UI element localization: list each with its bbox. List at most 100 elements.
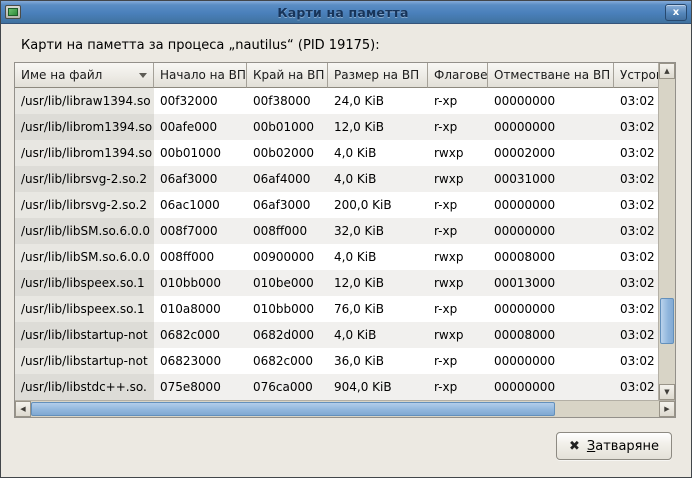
table-cell: 03:02: [614, 374, 658, 400]
horizontal-scroll-thumb[interactable]: [31, 402, 555, 416]
table-cell: 03:02: [614, 192, 658, 218]
table-cell: /usr/lib/libspeex.so.1: [15, 296, 154, 322]
table-cell: /usr/lib/libstartup-not: [15, 322, 154, 348]
monitor-screen-icon: [8, 8, 18, 16]
table-cell: /usr/lib/librsvg-2.so.2: [15, 192, 154, 218]
vertical-scroll-track[interactable]: [659, 79, 675, 384]
table-row[interactable]: /usr/lib/libspeex.so.1010bb000010be00012…: [15, 270, 658, 296]
table-cell: /usr/lib/librom1394.so: [15, 140, 154, 166]
table-row[interactable]: /usr/lib/libstartup-not068230000682c0003…: [15, 348, 658, 374]
table-cell: 0682c000: [247, 348, 328, 374]
table-cell: 00f32000: [154, 88, 247, 114]
table-cell: 00afe000: [154, 114, 247, 140]
table-cell: /usr/lib/librsvg-2.so.2: [15, 166, 154, 192]
table-row[interactable]: /usr/lib/libstdc++.so.075e8000076ca00090…: [15, 374, 658, 400]
table-cell: /usr/lib/libstartup-not: [15, 348, 154, 374]
column-header[interactable]: Име на файл: [15, 63, 154, 88]
table-cell: 03:02: [614, 296, 658, 322]
table-cell: 00b01000: [247, 114, 328, 140]
table-row[interactable]: /usr/lib/libSM.so.6.0.0008f7000008ff0003…: [15, 218, 658, 244]
table-cell: r-xp: [428, 192, 488, 218]
table-row[interactable]: /usr/lib/libraw1394.so00f3200000f3800024…: [15, 88, 658, 114]
table-cell: 00000000: [488, 192, 614, 218]
close-button-label: Затваряне: [587, 439, 659, 454]
table-cell: 00f38000: [247, 88, 328, 114]
table-cell: 0682c000: [154, 322, 247, 348]
close-button[interactable]: ✖ Затваряне: [556, 432, 672, 460]
scroll-down-icon[interactable]: ▼: [659, 384, 675, 400]
column-header-label: Отместване на ВП: [494, 68, 610, 82]
table-cell: 904,0 KiB: [328, 374, 428, 400]
column-header[interactable]: Начало на ВП: [154, 63, 247, 88]
column-header[interactable]: Устройство: [614, 63, 658, 88]
horizontal-scroll-track[interactable]: [31, 401, 659, 417]
vertical-scroll-thumb[interactable]: [660, 298, 674, 344]
table-cell: 00000000: [488, 218, 614, 244]
table-row[interactable]: /usr/lib/librsvg-2.so.206af300006af40004…: [15, 166, 658, 192]
titlebar[interactable]: Карти на паметта x: [1, 1, 691, 24]
table-cell: 06af3000: [154, 166, 247, 192]
column-header[interactable]: Флагове: [428, 63, 488, 88]
table-cell: 12,0 KiB: [328, 270, 428, 296]
table-cell: rwxp: [428, 322, 488, 348]
table-cell: 00000000: [488, 114, 614, 140]
table-cell: 00000000: [488, 374, 614, 400]
table-cell: 00000000: [488, 296, 614, 322]
table-cell: /usr/lib/libSM.so.6.0.0: [15, 218, 154, 244]
table-cell: 06af4000: [247, 166, 328, 192]
table-cell: 0682d000: [247, 322, 328, 348]
table-cell: 00013000: [488, 270, 614, 296]
column-header-label: Размер на ВП: [334, 68, 419, 82]
table-cell: 03:02: [614, 270, 658, 296]
column-header-label: Име на файл: [21, 68, 102, 82]
table-cell: 03:02: [614, 166, 658, 192]
system-monitor-icon[interactable]: [5, 5, 21, 19]
column-header[interactable]: Отместване на ВП: [488, 63, 614, 88]
table-cell: 010a8000: [154, 296, 247, 322]
table-row[interactable]: /usr/lib/librom1394.so00b0100000b020004,…: [15, 140, 658, 166]
table-row[interactable]: /usr/lib/libspeex.so.1010a8000010bb00076…: [15, 296, 658, 322]
table-cell: 00000000: [488, 348, 614, 374]
vertical-scrollbar[interactable]: ▲ ▼: [658, 63, 675, 400]
table-cell: 4,0 KiB: [328, 322, 428, 348]
table-row[interactable]: /usr/lib/librsvg-2.so.206ac100006af30002…: [15, 192, 658, 218]
table-cell: 200,0 KiB: [328, 192, 428, 218]
scroll-right-icon[interactable]: ▶: [659, 401, 675, 417]
table-cell: 010bb000: [247, 296, 328, 322]
table-cell: 00031000: [488, 166, 614, 192]
table-cell: /usr/lib/libSM.so.6.0.0: [15, 244, 154, 270]
table-cell: 00b01000: [154, 140, 247, 166]
memory-maps-table: Име на файл Начало на ВП Край на ВП Размер …: [15, 63, 658, 400]
scrolled-window: Име на файл Начало на ВП Край на ВП Размер …: [14, 62, 676, 418]
table-cell: 06823000: [154, 348, 247, 374]
table-row[interactable]: /usr/lib/libstartup-not0682c0000682d0004…: [15, 322, 658, 348]
column-header[interactable]: Размер на ВП: [328, 63, 428, 88]
table-cell: 075e8000: [154, 374, 247, 400]
window-close-button[interactable]: x: [665, 4, 687, 21]
table-cell: 4,0 KiB: [328, 166, 428, 192]
table-cell: r-xp: [428, 374, 488, 400]
column-header-label: Устройство: [620, 68, 658, 82]
table-cell: 03:02: [614, 140, 658, 166]
horizontal-scrollbar[interactable]: ◀ ▶: [15, 400, 675, 417]
table-cell: 06ac1000: [154, 192, 247, 218]
table-cell: /usr/lib/libspeex.so.1: [15, 270, 154, 296]
scroll-up-icon[interactable]: ▲: [659, 63, 675, 79]
table-cell: 00008000: [488, 244, 614, 270]
table-header-row: Име на файл Начало на ВП Край на ВП Размер …: [15, 63, 658, 88]
table-cell: 76,0 KiB: [328, 296, 428, 322]
table-cell: 00002000: [488, 140, 614, 166]
table-cell: 008f7000: [154, 218, 247, 244]
sort-descending-icon: [139, 73, 147, 78]
column-header[interactable]: Край на ВП: [247, 63, 328, 88]
table-cell: 00900000: [247, 244, 328, 270]
table-cell: r-xp: [428, 296, 488, 322]
table-row[interactable]: /usr/lib/libSM.so.6.0.0008ff000009000004…: [15, 244, 658, 270]
table-cell: 36,0 KiB: [328, 348, 428, 374]
table-cell: 32,0 KiB: [328, 218, 428, 244]
table-row[interactable]: /usr/lib/librom1394.so00afe00000b0100012…: [15, 114, 658, 140]
table-cell: r-xp: [428, 218, 488, 244]
table-cell: 010be000: [247, 270, 328, 296]
scroll-left-icon[interactable]: ◀: [15, 401, 31, 417]
column-header-label: Край на ВП: [253, 68, 324, 82]
